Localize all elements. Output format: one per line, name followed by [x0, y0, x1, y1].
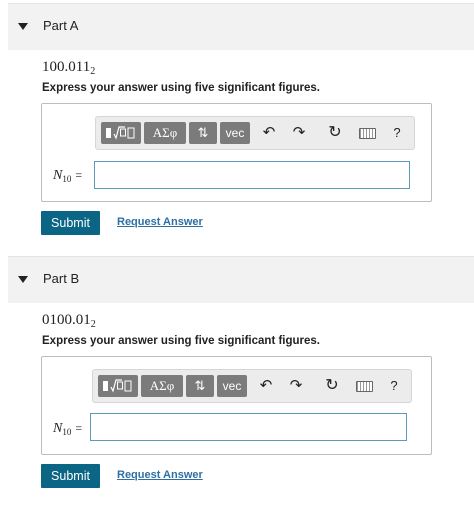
problem-value: 0100.01	[42, 312, 91, 328]
keyboard-icon[interactable]	[356, 381, 373, 392]
math-toolbar: ΑΣφ ⇅ vec ↶ ↷ ↻ ?	[95, 116, 415, 150]
help-icon[interactable]: ?	[387, 375, 401, 397]
vec-button[interactable]: vec	[217, 375, 247, 397]
templates-button[interactable]	[101, 122, 141, 144]
up-down-arrows-icon: ⇅	[194, 378, 206, 393]
fraction-sqrt-icon	[103, 379, 132, 393]
answer-input[interactable]	[90, 413, 407, 441]
request-answer-link[interactable]: Request Answer	[117, 469, 203, 481]
instruction-text: Express your answer using five significa…	[42, 335, 320, 347]
reset-icon[interactable]: ↻	[323, 375, 341, 397]
submit-button[interactable]: Submit	[41, 464, 100, 488]
problem-statement: 100.0112	[42, 59, 95, 77]
greek-symbols-button[interactable]: ΑΣφ	[141, 375, 183, 397]
undo-icon[interactable]: ↶	[257, 375, 275, 397]
variable-label: N10 =	[53, 421, 82, 437]
variable-name: N	[53, 421, 63, 436]
answer-box: ΑΣφ ⇅ vec ↶ ↷ ↻ ? N10 =	[41, 356, 432, 455]
math-toolbar: ΑΣφ ⇅ vec ↶ ↷ ↻ ?	[92, 369, 412, 403]
redo-icon[interactable]: ↷	[287, 375, 305, 397]
arrows-button[interactable]: ⇅	[189, 122, 217, 144]
part-b-header[interactable]: Part B	[8, 256, 474, 303]
variable-name: N	[53, 168, 63, 183]
variable-subscript: 10	[62, 174, 72, 184]
answer-box: ΑΣφ ⇅ vec ↶ ↷ ↻ ? N10 =	[41, 103, 432, 202]
problem-statement: 0100.012	[42, 312, 96, 330]
reset-icon[interactable]: ↻	[326, 122, 344, 144]
fraction-sqrt-icon	[106, 126, 135, 140]
request-answer-link[interactable]: Request Answer	[117, 216, 203, 228]
collapse-triangle-icon[interactable]	[18, 276, 28, 283]
undo-icon[interactable]: ↶	[260, 122, 278, 144]
equals-sign: =	[75, 421, 83, 435]
arrows-button[interactable]: ⇅	[186, 375, 214, 397]
problem-value: 100.011	[42, 59, 91, 75]
problem-base: 2	[90, 319, 96, 330]
up-down-arrows-icon: ⇅	[197, 125, 209, 140]
vec-button[interactable]: vec	[220, 122, 250, 144]
answer-input[interactable]	[94, 161, 410, 189]
templates-button[interactable]	[98, 375, 138, 397]
submit-button[interactable]: Submit	[41, 211, 100, 235]
variable-subscript: 10	[62, 427, 72, 437]
part-a-header[interactable]: Part A	[8, 3, 474, 50]
greek-symbols-button[interactable]: ΑΣφ	[144, 122, 186, 144]
instruction-text: Express your answer using five significa…	[42, 82, 320, 94]
redo-icon[interactable]: ↷	[290, 122, 308, 144]
problem-base: 2	[90, 66, 96, 77]
help-icon[interactable]: ?	[390, 122, 404, 144]
collapse-triangle-icon[interactable]	[18, 23, 28, 30]
equals-sign: =	[75, 168, 83, 182]
part-title: Part B	[43, 271, 80, 286]
keyboard-icon[interactable]	[359, 128, 376, 139]
part-title: Part A	[43, 18, 79, 33]
variable-label: N10 =	[53, 168, 82, 184]
